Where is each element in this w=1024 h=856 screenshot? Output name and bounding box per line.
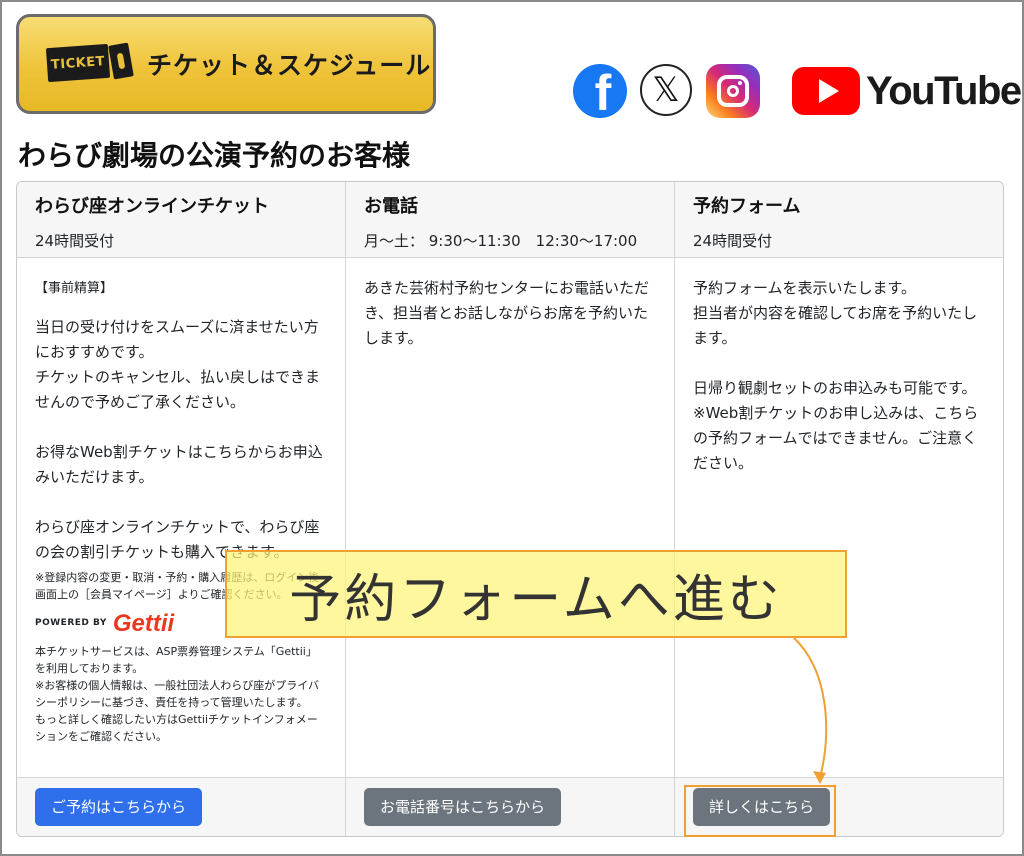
ticket-stub-shape	[108, 42, 134, 80]
online-ticket-paragraph-1: 当日の受け付けをスムーズに済ませたい方におすすめです。 チケットのキャンセル、払…	[35, 318, 321, 411]
reservation-form-paragraph-2: 日帰り観劇セットのお申込みも可能です。 ※Web割チケットのお申し込みは、こちら…	[693, 379, 979, 472]
facebook-glyph: f	[594, 65, 612, 118]
online-ticket-header: わらび座オンラインチケット 24時間受付	[17, 182, 345, 258]
phone-number-button[interactable]: お電話番号はこちらから	[364, 788, 562, 826]
online-ticket-title: わらび座オンラインチケット	[35, 196, 269, 217]
online-ticket-footer: ご予約はこちらから	[17, 777, 345, 836]
online-ticket-paragraph-2: お得なWeb割チケットはこちらからお申込みいただけます。	[35, 443, 323, 486]
instagram-camera-shape	[717, 75, 749, 107]
reservation-form-paragraph-1: 予約フォームを表示いたします。 担当者が内容を確認してお席を予約いたします。	[693, 279, 978, 347]
x-glyph: 𝕏	[652, 70, 680, 110]
ticket-badge-text: TICKET	[45, 43, 111, 83]
reservation-options-grid: わらび座オンラインチケット 24時間受付 【事前精算】 当日の受け付けをスムーズ…	[16, 181, 1004, 837]
prepayment-tag: 【事前精算】	[35, 281, 114, 296]
gettii-logo: Gettii	[112, 609, 175, 637]
details-button-highlight	[684, 785, 836, 837]
phone-column: お電話 月〜土： 9:30〜11:30 12:30〜17:00 あきた芸術村予約…	[346, 182, 675, 836]
online-ticket-body: 【事前精算】 当日の受け付けをスムーズに済ませたい方におすすめです。 チケットの…	[17, 258, 345, 777]
facebook-icon[interactable]: f	[573, 64, 627, 118]
youtube-link[interactable]: YouTube	[792, 66, 1022, 116]
powered-by-label: POWERED BY	[35, 617, 107, 628]
reserve-online-button[interactable]: ご予約はこちらから	[35, 788, 203, 826]
youtube-wordmark: YouTube	[866, 68, 1022, 113]
gettii-privacy-note: 本チケットサービスは、ASP票券管理システム「Gettii」を利用しております。…	[35, 645, 319, 743]
phone-title: お電話	[364, 196, 418, 217]
instagram-icon[interactable]	[706, 64, 760, 118]
reservation-form-hours: 24時間受付	[693, 232, 773, 250]
youtube-play-icon	[792, 67, 860, 115]
callout-annotation: 予約フォームへ進む	[225, 550, 847, 638]
ticket-schedule-button[interactable]: TICKET チケット＆スケジュール	[16, 14, 436, 114]
phone-footer: お電話番号はこちらから	[346, 777, 674, 836]
phone-body: あきた芸術村予約センターにお電話いただき、担当者とお話しながらお席を予約いたしま…	[346, 258, 674, 777]
phone-paragraph-1: あきた芸術村予約センターにお電話いただき、担当者とお話しながらお席を予約いたしま…	[364, 279, 650, 347]
annotation-arrow-icon	[793, 637, 828, 784]
online-ticket-column: わらび座オンラインチケット 24時間受付 【事前精算】 当日の受け付けをスムーズ…	[17, 182, 346, 836]
phone-header: お電話 月〜土： 9:30〜11:30 12:30〜17:00	[346, 182, 674, 258]
page-title: わらび劇場の公演予約のお客様	[18, 139, 411, 172]
reservation-form-title: 予約フォーム	[693, 196, 801, 217]
online-ticket-hours: 24時間受付	[35, 232, 115, 250]
phone-hours: 月〜土： 9:30〜11:30 12:30〜17:00	[364, 232, 638, 250]
x-icon[interactable]: 𝕏	[640, 64, 692, 116]
ticket-icon: TICKET	[45, 42, 134, 86]
ticket-schedule-label: チケット＆スケジュール	[147, 51, 432, 80]
reservation-form-header: 予約フォーム 24時間受付	[675, 182, 1003, 258]
